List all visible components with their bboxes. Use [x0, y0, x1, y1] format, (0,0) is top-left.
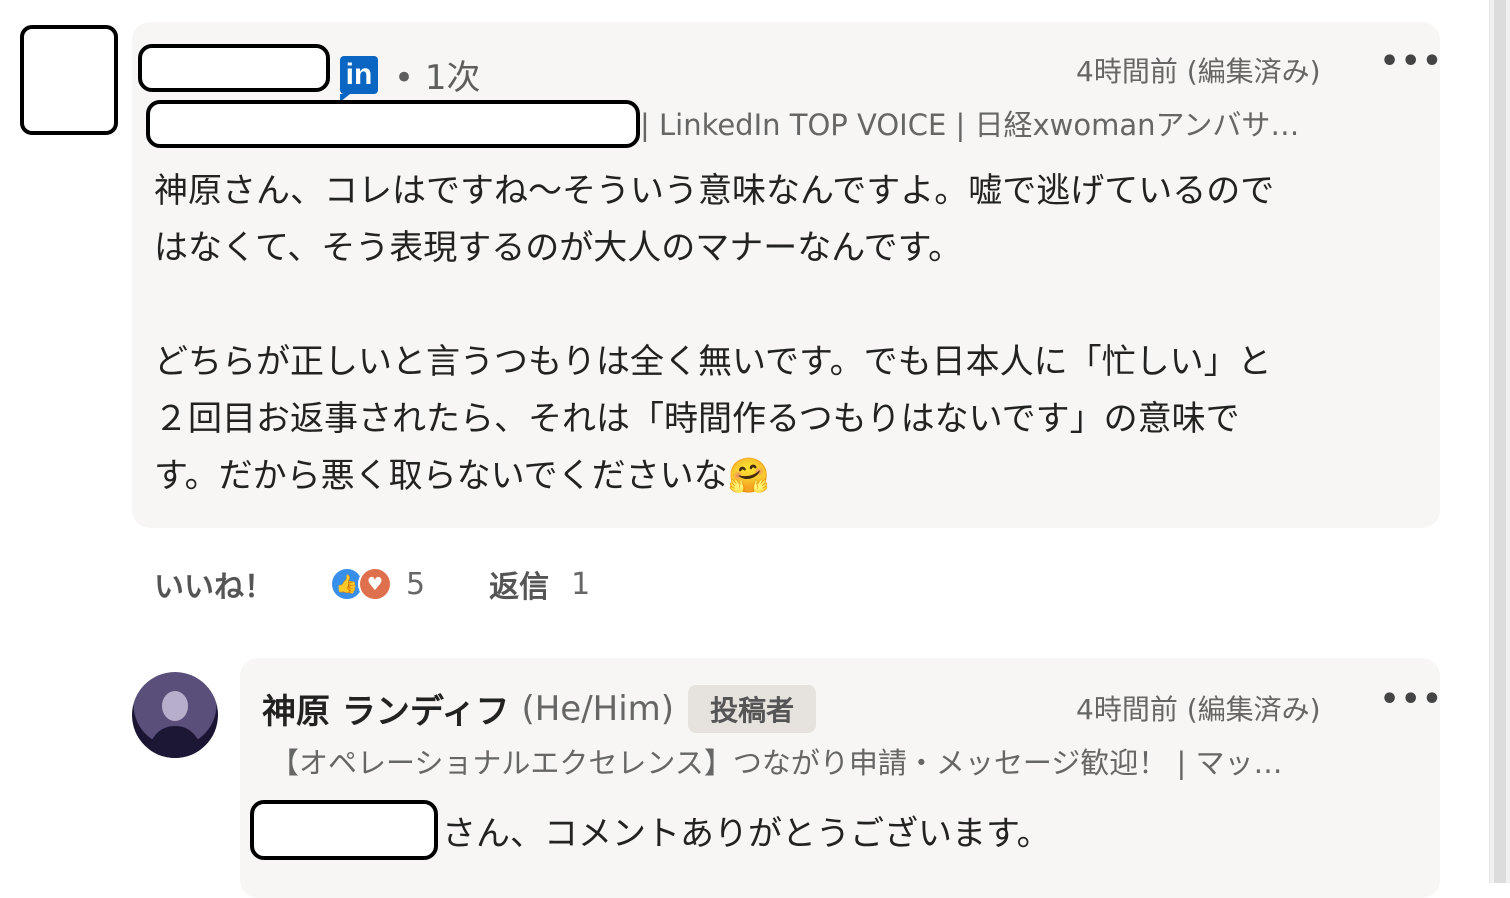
author-badge: 投稿者 [688, 684, 817, 733]
comment-line [154, 277, 1424, 334]
comment-line: どちらが正しいと言うつもりは全く無いです。でも日本人に「忙しい」と [154, 342, 1272, 382]
commenter-badges: in • 1次 [340, 50, 481, 102]
reply-author-row: 神原 ランディフ (He/Him) 投稿者 [262, 684, 817, 733]
reply-button[interactable]: 返信 [489, 562, 549, 606]
commenter-headline: | LinkedIn TOP VOICE | 日経xwomanアンバサ… [640, 108, 1300, 142]
redacted-commenter-name[interactable] [138, 44, 330, 92]
comment-body: 神原さん、コレはですね～そういう意味なんですよ。嘘で逃げているので はなくて、そ… [154, 163, 1424, 505]
reply-body: さん、コメントありがとうございます。 [442, 814, 1051, 854]
author-pronoun: (He/Him) [521, 688, 675, 729]
reply-more-options-icon[interactable]: ••• [1380, 682, 1444, 717]
connection-degree: • 1次 [394, 58, 481, 98]
comment-timestamp: 4時間前 (編集済み) [1076, 55, 1321, 88]
reactions-summary[interactable]: 👍 ♥ 5 [330, 567, 425, 602]
reply-timestamp: 4時間前 (編集済み) [1076, 693, 1321, 726]
author-name[interactable]: 神原 ランディフ [262, 684, 509, 733]
scrollbar-thumb[interactable] [1494, 0, 1506, 883]
more-options-icon[interactable]: ••• [1380, 44, 1444, 79]
comment-line: はなくて、そう表現するのが大人のマナーなんです。 [154, 228, 963, 268]
comment-line: 神原さん、コレはですね～そういう意味なんですよ。嘘で逃げているので [154, 171, 1275, 211]
comment-line: す。だから悪く取らないでくださいな🤗 [154, 456, 770, 496]
linkedin-icon: in [340, 55, 378, 102]
redacted-mention[interactable] [250, 800, 438, 860]
redacted-commenter-avatar[interactable] [20, 25, 118, 135]
person-silhouette-icon [146, 691, 204, 758]
author-headline: 【オペレーショナルエクセレンス】つながり申請・メッセージ歓迎！ | マッ… [270, 746, 1283, 780]
love-reaction-icon: ♥ [358, 567, 392, 601]
reaction-count: 5 [406, 566, 426, 602]
redacted-commenter-headline [146, 100, 640, 148]
reply-count: 1 [571, 566, 591, 602]
like-button[interactable]: いいね！ [154, 562, 274, 606]
author-avatar[interactable] [132, 672, 218, 758]
comment-line: ２回目お返事されたら、それは「時間作るつもりはないです」の意味で [154, 399, 1240, 439]
scrollbar[interactable] [1489, 0, 1510, 883]
comment-actions: いいね！ 👍 ♥ 5 返信 1 [154, 562, 590, 606]
